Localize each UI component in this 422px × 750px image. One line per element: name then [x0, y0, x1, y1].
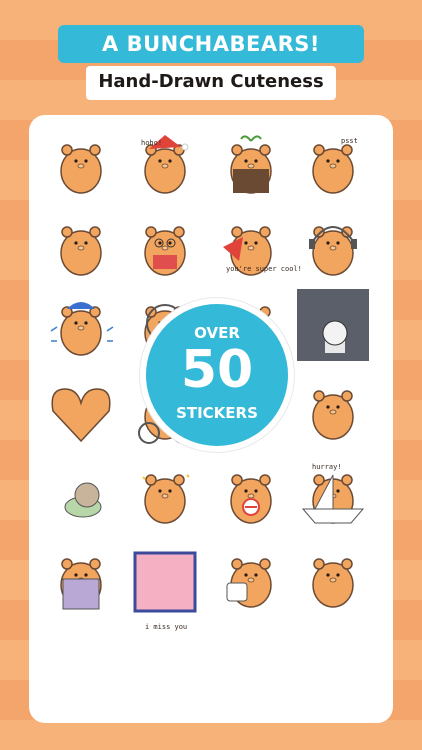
sticker-bear-coffee-mug — [213, 539, 289, 615]
caption-hurray: hurray! — [312, 463, 342, 471]
sticker-bear-headphones-art — [309, 226, 357, 276]
sticker-bear-bored — [295, 539, 371, 615]
caption-hoho: hoho! — [141, 139, 163, 147]
sticker-bear-no-sign — [213, 455, 289, 531]
caption-super-cool: you're super cool! — [226, 265, 302, 273]
sticker-bear-in-pot-art — [230, 135, 272, 194]
sticker-bear-big-belly — [43, 207, 119, 283]
sticker-snail-art — [64, 482, 102, 518]
app-title: A BUNCHABEARS! — [102, 32, 320, 56]
caption-psst: psst — [341, 137, 358, 145]
sticker-bear-cold-hat-art — [50, 302, 114, 356]
sticker-bear-cold-hat — [43, 287, 119, 363]
sticker-bear-peeking-art — [312, 144, 354, 194]
sticker-bear-in-pot — [213, 125, 289, 201]
sticker-bear-office-desk — [295, 287, 371, 363]
sticker-bear-window-miss-you-art — [133, 551, 197, 613]
badge-number: 50 — [180, 340, 254, 400]
sticker-bear-bored-art — [312, 558, 354, 608]
sticker-bear-thinking — [43, 125, 119, 201]
sticker-bear-thumbs-up-art — [142, 474, 190, 524]
sticker-bear-peeking — [295, 125, 371, 201]
app-subtitle: Hand-Drawn Cuteness — [98, 71, 324, 92]
sticker-card: hoho! psst you're super cool! hurray! i … — [29, 115, 393, 723]
sticker-bear-reading-glasses-art — [144, 226, 186, 276]
sticker-bear-hurray-art — [312, 390, 354, 440]
sticker-bear-trash-can — [43, 539, 119, 615]
sticker-bear-coffee-mug-art — [226, 558, 272, 608]
sticker-bear-heart-arms-art — [51, 388, 111, 443]
sticker-bear-hurray — [295, 371, 371, 447]
sticker-bear-no-sign-art — [230, 474, 272, 524]
stickers-count-badge: OVER 50 STICKERS — [140, 298, 294, 452]
sticker-bear-trash-can-art — [60, 558, 102, 610]
sticker-bear-thinking-art — [60, 144, 102, 194]
sticker-bear-big-belly-art — [60, 226, 102, 276]
sticker-bear-headphones — [295, 207, 371, 283]
sticker-bear-santa-hat-art — [144, 135, 189, 194]
sticker-bear-window-miss-you — [127, 539, 203, 615]
sticker-snail — [43, 455, 119, 531]
sticker-bear-heart-arms — [43, 371, 119, 447]
sticker-bear-santa-hat — [127, 125, 203, 201]
badge-stickers-label: STICKERS — [176, 404, 258, 422]
sticker-bear-reading-glasses — [127, 207, 203, 283]
sticker-bear-thumbs-up — [127, 455, 203, 531]
sticker-bear-office-desk-art — [297, 289, 369, 361]
caption-i-miss-you: i miss you — [145, 623, 188, 631]
